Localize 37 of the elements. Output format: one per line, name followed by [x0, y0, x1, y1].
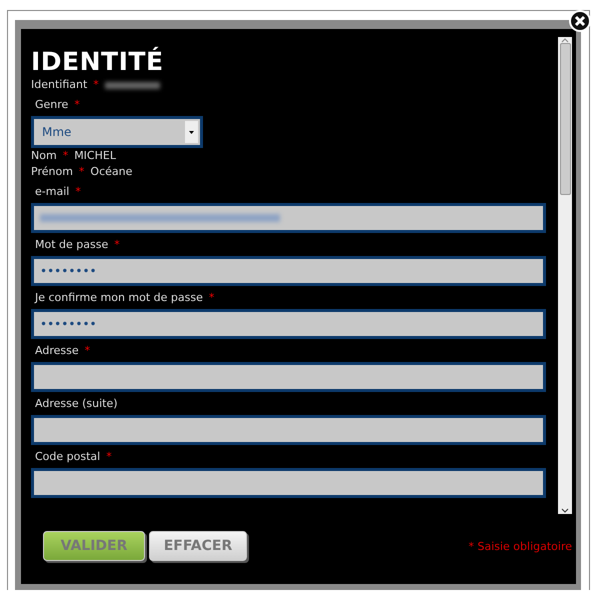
field-label: Code postal [35, 449, 100, 465]
scroll-up-icon[interactable] [561, 37, 569, 43]
field-label: Nom [31, 148, 57, 164]
required-mark: * [78, 164, 84, 180]
required-mark: * [84, 343, 90, 359]
input-field[interactable]: •••••••• [31, 256, 546, 286]
required-note: * Saisie obligatoire [468, 540, 572, 552]
caret-icon [189, 130, 194, 134]
dialog-title: IDENTITÉ [31, 47, 165, 77]
close-icon[interactable] [569, 10, 591, 32]
required-mark: * [114, 237, 120, 253]
input-field[interactable] [31, 415, 546, 445]
input-field[interactable]: •••••••• [31, 309, 546, 339]
input-field[interactable] [31, 203, 546, 233]
field-value: Océane [90, 164, 132, 180]
select-field[interactable]: Mme [31, 116, 203, 148]
input-field[interactable] [31, 362, 546, 392]
required-mark: * [75, 184, 81, 200]
field-label: e-mail [35, 184, 70, 200]
field-label: Mot de passe [35, 237, 108, 253]
scrollbar[interactable] [558, 37, 572, 514]
required-mark: * [93, 77, 99, 93]
required-mark: * [106, 449, 112, 465]
required-mark: * [74, 97, 80, 113]
field-label: Prénom [31, 164, 73, 180]
field-label: Adresse [35, 343, 79, 359]
field-label: Identifiant [31, 77, 88, 93]
field-label: Genre [35, 97, 68, 113]
required-mark: * [62, 148, 68, 164]
field-value: MICHEL [74, 148, 116, 164]
required-mark: * [208, 290, 214, 306]
field-label: Je confirme mon mot de passe [35, 290, 203, 306]
scroll-down-icon[interactable] [561, 508, 569, 514]
input-field[interactable] [31, 468, 546, 498]
clear-button[interactable]: EFFACER [149, 531, 247, 561]
field-label: Adresse (suite) [35, 396, 118, 412]
scrollbar-thumb[interactable] [560, 43, 570, 195]
